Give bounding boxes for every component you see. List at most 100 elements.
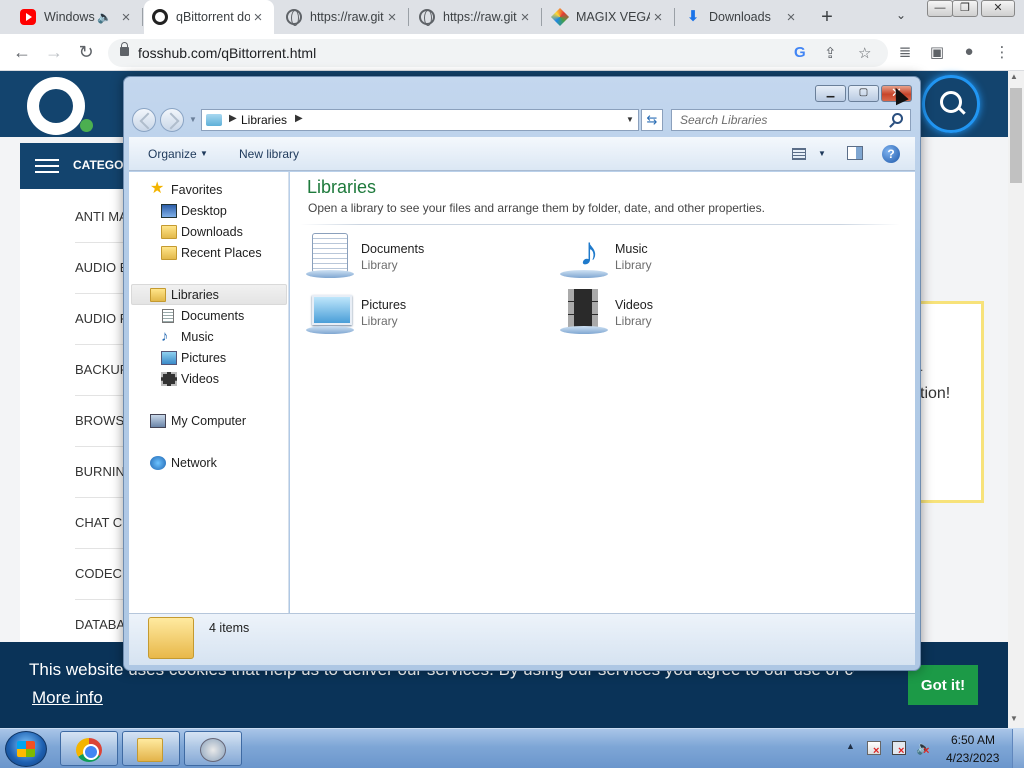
forward-button[interactable] bbox=[160, 108, 184, 132]
tab-close-icon[interactable]: × bbox=[783, 9, 799, 26]
tab-downloads[interactable]: ⬇ Downloads × bbox=[677, 0, 807, 34]
more-info-link[interactable]: More info bbox=[32, 688, 103, 708]
category-item[interactable]: ANTI MA bbox=[75, 209, 128, 224]
tab-close-icon[interactable]: × bbox=[517, 9, 533, 26]
network-icon bbox=[150, 456, 166, 470]
tab-magix[interactable]: MAGIX VEGAS × bbox=[544, 0, 674, 34]
nav-pictures[interactable]: Pictures bbox=[181, 351, 226, 365]
menu-kebab-icon[interactable]: ⋮ bbox=[992, 43, 1012, 61]
browser-restore-button[interactable]: ❐ bbox=[952, 0, 978, 17]
network-status-icon[interactable] bbox=[892, 741, 906, 757]
tab-title: Downloads bbox=[709, 10, 771, 24]
organize-dropdown-icon[interactable]: ▼ bbox=[200, 149, 208, 158]
volume-muted-icon[interactable]: 🔈 bbox=[916, 741, 932, 759]
views-dropdown-icon[interactable]: ▼ bbox=[818, 149, 826, 158]
library-name: Pictures bbox=[361, 298, 407, 312]
tab-close-icon[interactable]: × bbox=[118, 9, 134, 26]
tab-close-icon[interactable]: × bbox=[650, 9, 666, 26]
tab-qbittorrent[interactable]: qBittorrent download × bbox=[144, 0, 274, 34]
side-panel-icon[interactable]: ▣ bbox=[927, 43, 947, 61]
category-item[interactable]: BROWS bbox=[75, 413, 124, 428]
breadcrumb-libraries[interactable]: Libraries bbox=[241, 113, 287, 127]
music-library-icon: ♪ bbox=[579, 230, 599, 274]
nav-documents[interactable]: Documents bbox=[181, 309, 244, 323]
nav-downloads[interactable]: Downloads bbox=[181, 225, 243, 239]
organize-button[interactable]: Organize bbox=[148, 147, 197, 161]
back-button[interactable] bbox=[132, 108, 156, 132]
recent-pages-dropdown-icon[interactable]: ▼ bbox=[189, 115, 197, 124]
change-view-icon[interactable] bbox=[792, 148, 806, 160]
nav-desktop[interactable]: Desktop bbox=[181, 204, 227, 218]
category-item[interactable]: CHAT CL bbox=[75, 515, 129, 530]
clock-date[interactable]: 4/23/2023 bbox=[946, 751, 999, 765]
scroll-down-arrow-icon[interactable]: ▼ bbox=[1010, 714, 1018, 723]
download-icon: ⬇ bbox=[686, 8, 700, 25]
profile-avatar-icon[interactable]: ● bbox=[959, 43, 979, 60]
tab-search-chevron-icon[interactable]: ⌄ bbox=[896, 8, 906, 22]
reading-list-icon[interactable]: ≣ bbox=[895, 43, 915, 61]
address-bar[interactable]: fosshub.com/qBittorrent.html G ⇪ ☆ bbox=[108, 39, 888, 67]
category-item[interactable]: BURNIN bbox=[75, 464, 125, 479]
library-name: Music bbox=[615, 242, 648, 256]
tab-close-icon[interactable]: × bbox=[250, 9, 266, 26]
category-item[interactable]: AUDIO E bbox=[75, 260, 128, 275]
address-dropdown-icon[interactable]: ▼ bbox=[626, 115, 634, 124]
preview-pane-icon[interactable] bbox=[847, 146, 863, 160]
tab-youtube[interactable]: Windows 7 ... 🔈 × bbox=[12, 0, 142, 34]
category-item[interactable]: CODEC I bbox=[75, 566, 129, 581]
site-search-icon[interactable] bbox=[922, 75, 980, 133]
show-desktop-button[interactable] bbox=[1012, 729, 1024, 768]
search-icon[interactable] bbox=[892, 113, 903, 124]
reload-icon[interactable]: ↻ bbox=[74, 41, 98, 65]
new-tab-button[interactable]: + bbox=[816, 6, 838, 29]
explorer-address-bar[interactable]: ▶ Libraries ▶ ▼ bbox=[201, 109, 639, 131]
maximize-button[interactable]: ▢ bbox=[848, 85, 879, 102]
back-arrow-icon[interactable]: ← bbox=[10, 41, 34, 65]
nav-favorites[interactable]: Favorites bbox=[171, 183, 222, 197]
globe-icon bbox=[286, 9, 302, 26]
url-text[interactable]: fosshub.com/qBittorrent.html bbox=[138, 45, 316, 61]
search-input[interactable]: Search Libraries bbox=[671, 109, 911, 131]
nav-libraries[interactable]: Libraries bbox=[171, 288, 219, 302]
category-item[interactable]: AUDIO P bbox=[75, 311, 128, 326]
browser-close-button[interactable]: ✕ bbox=[981, 0, 1015, 17]
item-count: 4 items bbox=[209, 621, 250, 635]
help-icon[interactable]: ? bbox=[882, 145, 900, 163]
clock-time[interactable]: 6:50 AM bbox=[951, 733, 995, 747]
action-center-flag-icon[interactable] bbox=[867, 741, 881, 757]
breadcrumb-arrow-icon[interactable]: ▶ bbox=[229, 113, 237, 124]
forward-arrow-icon[interactable]: → bbox=[42, 41, 66, 65]
library-name: Documents bbox=[361, 242, 425, 256]
nav-recent-places[interactable]: Recent Places bbox=[181, 246, 262, 260]
share-icon[interactable]: ⇪ bbox=[824, 44, 837, 62]
tab-close-icon[interactable]: × bbox=[384, 9, 400, 26]
bookmark-star-icon[interactable]: ☆ bbox=[858, 44, 871, 62]
tab-raw-1[interactable]: https://raw.githubusercontent × bbox=[278, 0, 408, 34]
lock-icon[interactable] bbox=[120, 42, 129, 56]
minimize-button[interactable]: ▁ bbox=[815, 85, 846, 102]
nav-videos[interactable]: Videos bbox=[181, 372, 219, 386]
nav-my-computer[interactable]: My Computer bbox=[171, 414, 246, 428]
site-logo[interactable] bbox=[27, 77, 85, 135]
browser-minimize-button[interactable]: — bbox=[927, 0, 953, 17]
category-item[interactable]: DATABA bbox=[75, 617, 125, 632]
speaker-icon[interactable]: 🔈 bbox=[97, 10, 112, 24]
google-icon[interactable]: G bbox=[794, 44, 806, 61]
tab-separator bbox=[408, 8, 409, 26]
site-logo-dot bbox=[80, 119, 93, 132]
new-library-button[interactable]: New library bbox=[239, 147, 299, 161]
got-it-button[interactable]: Got it! bbox=[908, 665, 978, 705]
libraries-icon bbox=[150, 288, 166, 302]
nav-network[interactable]: Network bbox=[171, 456, 217, 470]
breadcrumb-arrow-icon[interactable]: ▶ bbox=[295, 113, 303, 124]
library-base-shape bbox=[560, 270, 608, 278]
nav-music[interactable]: Music bbox=[181, 330, 214, 344]
page-scrollbar-thumb[interactable] bbox=[1010, 88, 1022, 183]
qbittorrent-icon bbox=[152, 9, 168, 25]
tab-raw-2[interactable]: https://raw.githubusercontent × bbox=[411, 0, 541, 34]
refresh-icon[interactable]: ⇆ bbox=[641, 109, 663, 131]
explorer-folder-icon bbox=[137, 738, 163, 762]
scroll-up-arrow-icon[interactable]: ▲ bbox=[1010, 72, 1018, 81]
category-item[interactable]: BACKUP bbox=[75, 362, 128, 377]
show-hidden-icons-icon[interactable]: ▲ bbox=[846, 741, 855, 751]
